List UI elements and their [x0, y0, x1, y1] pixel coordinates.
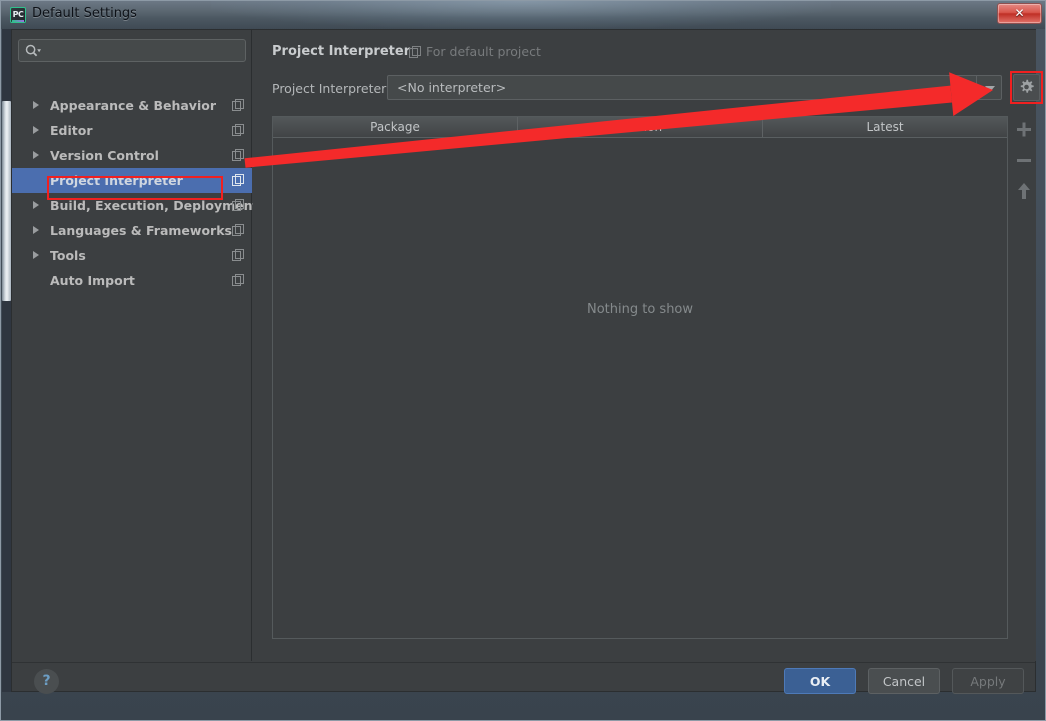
- copy-icon[interactable]: [232, 149, 245, 162]
- cancel-button[interactable]: Cancel: [868, 668, 940, 694]
- sidebar-item-appearance-behavior[interactable]: Appearance & Behavior: [12, 93, 252, 118]
- copy-icon[interactable]: [232, 124, 245, 137]
- question-mark-icon[interactable]: ?: [34, 669, 59, 694]
- packages-table: Package Version Latest Nothing to show: [272, 116, 1008, 639]
- chevron-right-icon[interactable]: [33, 226, 39, 234]
- settings-tree: Appearance & Behavior Editor Version Contr…: [12, 93, 258, 293]
- sidebar-item-label: Appearance & Behavior: [50, 98, 216, 113]
- page-subtitle: For default project: [426, 44, 541, 59]
- ok-button[interactable]: OK: [784, 668, 856, 694]
- sidebar-item-label: Editor: [50, 123, 93, 138]
- title-bar: PC Default Settings ✕: [1, 1, 1045, 29]
- copy-icon[interactable]: [232, 99, 245, 112]
- sidebar-item-label: Auto Import: [50, 273, 135, 288]
- search-icon: [25, 44, 41, 57]
- sidebar-item-label: Languages & Frameworks: [50, 223, 232, 238]
- sidebar-item-build-execution-deployment[interactable]: Build, Execution, Deployment: [12, 193, 258, 218]
- copy-icon: [409, 46, 421, 58]
- chevron-right-icon[interactable]: [33, 201, 39, 209]
- interpreter-label: Project Interpreter:: [272, 81, 391, 96]
- chevron-down-icon[interactable]: [976, 76, 1001, 99]
- chevron-right-icon[interactable]: [33, 151, 39, 159]
- arrow-up-icon[interactable]: [1011, 178, 1037, 205]
- plus-icon[interactable]: [1011, 116, 1037, 143]
- gear-icon[interactable]: [1013, 74, 1040, 101]
- dialog-content: Appearance & Behavior Editor Version Contr…: [11, 29, 1043, 694]
- copy-icon[interactable]: [232, 274, 245, 287]
- settings-window: PC Default Settings ✕ Appearance & Behav…: [0, 0, 1046, 721]
- sidebar-item-project-interpreter[interactable]: Project Interpreter: [12, 168, 252, 193]
- window-title: Default Settings: [32, 6, 137, 21]
- copy-icon[interactable]: [232, 199, 245, 212]
- search-input[interactable]: [18, 39, 246, 62]
- scrollbar-thumb[interactable]: [2, 101, 11, 301]
- copy-icon[interactable]: [232, 224, 245, 237]
- close-icon[interactable]: ✕: [997, 3, 1042, 24]
- sidebar-item-label: Tools: [50, 248, 86, 263]
- sidebar-item-editor[interactable]: Editor: [12, 118, 252, 143]
- packages-toolbar: [1011, 116, 1037, 231]
- sidebar-item-auto-import[interactable]: Auto Import: [12, 268, 252, 293]
- table-header-row: Package Version Latest: [273, 117, 1007, 138]
- settings-sidebar: Appearance & Behavior Editor Version Contr…: [12, 30, 258, 661]
- chevron-right-icon[interactable]: [33, 101, 39, 109]
- sidebar-item-languages-frameworks[interactable]: Languages & Frameworks: [12, 218, 252, 243]
- dialog-footer: ? OK Cancel Apply: [12, 662, 1035, 694]
- interpreter-select[interactable]: <No interpreter>: [387, 75, 1002, 100]
- page-title: Project Interpreter: [272, 44, 411, 59]
- sidebar-item-label: Build, Execution, Deployment: [50, 198, 259, 213]
- column-header-version[interactable]: Version: [518, 117, 763, 137]
- minus-icon[interactable]: [1011, 147, 1037, 174]
- column-header-latest[interactable]: Latest: [763, 117, 1007, 137]
- sidebar-item-tools[interactable]: Tools: [12, 243, 252, 268]
- sidebar-item-label: Project Interpreter: [50, 173, 183, 188]
- chevron-right-icon[interactable]: [33, 126, 39, 134]
- project-interpreter-pane: Project Interpreter For default project …: [253, 30, 1043, 661]
- sidebar-item-version-control[interactable]: Version Control: [12, 143, 252, 168]
- window-edge-scrollbar[interactable]: [2, 29, 11, 692]
- column-header-package[interactable]: Package: [273, 117, 518, 137]
- copy-icon[interactable]: [232, 174, 245, 187]
- sidebar-item-label: Version Control: [50, 148, 159, 163]
- copy-icon[interactable]: [232, 249, 245, 262]
- pycharm-icon: PC: [10, 7, 26, 23]
- apply-button[interactable]: Apply: [952, 668, 1024, 694]
- empty-state-message: Nothing to show: [586, 302, 694, 317]
- interpreter-selected-value: <No interpreter>: [397, 80, 507, 95]
- chevron-right-icon[interactable]: [33, 251, 39, 259]
- title-bar-glow: [211, 1, 831, 29]
